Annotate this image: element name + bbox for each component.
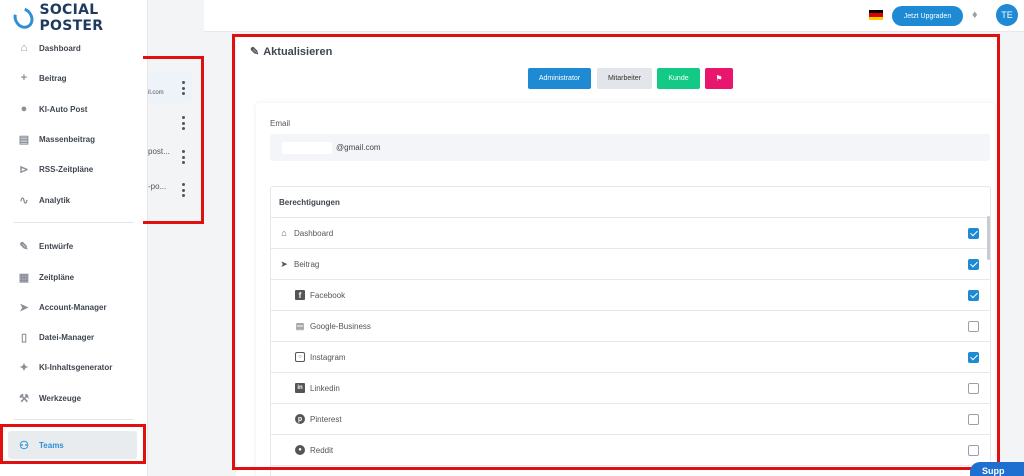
sidebar-item-beitrag[interactable]: + Beitrag — [0, 63, 148, 93]
highlight-box-teams — [0, 424, 146, 464]
sidebar-item-account-manager[interactable]: ➤ Account-Manager — [0, 292, 148, 322]
chart-icon: ∿ — [19, 194, 29, 207]
logo-ring-icon — [9, 3, 38, 33]
german-flag-icon[interactable] — [869, 10, 883, 20]
bell-icon[interactable]: ♦ — [972, 9, 978, 21]
sidebar-item-label: Zeitpläne — [39, 272, 75, 282]
sidebar-item-dashboard[interactable]: ⌂ Dashboard — [0, 33, 148, 63]
sidebar-item-datei-manager[interactable]: ▯ Datei-Manager — [0, 322, 148, 352]
plus-icon: + — [20, 72, 28, 84]
send-icon: ➤ — [19, 301, 29, 314]
sidebar-item-ki-inhaltsgenerator[interactable]: ✦ KI-Inhaltsgenerator — [0, 352, 148, 382]
bulk-icon: ▤ — [18, 133, 30, 146]
avatar[interactable]: TE — [996, 4, 1018, 26]
app-logo[interactable]: SOCIAL POSTER — [9, 2, 147, 34]
brain-icon: ● — [20, 103, 28, 115]
sidebar-item-analytik[interactable]: ∿ Analytik — [0, 185, 148, 215]
sidebar-item-label: Beitrag — [39, 73, 67, 83]
calendar-icon: ▦ — [18, 271, 30, 284]
wrench-icon: ⚒ — [19, 392, 29, 405]
sidebar-item-label: Massenbeitrag — [39, 134, 96, 144]
sidebar-divider — [14, 222, 134, 223]
highlight-box-team-list — [143, 56, 204, 224]
sidebar-item-werkzeuge[interactable]: ⚒ Werkzeuge — [0, 383, 148, 413]
sidebar-item-label: Datei-Manager — [39, 332, 95, 342]
sidebar-item-label: KI-Auto Post — [39, 104, 88, 114]
sidebar-item-label: KI-Inhaltsgenerator — [39, 362, 113, 372]
rss-icon: ⊳ — [19, 163, 29, 176]
sidebar-item-label: Analytik — [39, 195, 71, 205]
sidebar: SOCIAL POSTER ⌂ Dashboard + Beitrag ● KI… — [0, 0, 148, 476]
sidebar-item-label: Dashboard — [39, 43, 81, 53]
highlight-box-main — [232, 34, 1000, 470]
sidebar-item-label: Entwürfe — [39, 241, 74, 251]
pencil-icon: ✎ — [19, 240, 29, 253]
sidebar-item-label: RSS-Zeitpläne — [39, 164, 94, 174]
sidebar-item-rss-zeitplaene[interactable]: ⊳ RSS-Zeitpläne — [0, 154, 148, 184]
sidebar-item-entwuerfe[interactable]: ✎ Entwürfe — [0, 231, 148, 261]
upgrade-button[interactable]: Jetzt Upgraden — [892, 6, 963, 26]
magic-wand-icon: ✦ — [19, 361, 29, 374]
sidebar-item-ki-auto-post[interactable]: ● KI-Auto Post — [0, 94, 148, 124]
logo-text: SOCIAL POSTER — [39, 2, 104, 34]
sidebar-item-zeitplaene[interactable]: ▦ Zeitpläne — [0, 262, 148, 292]
sidebar-item-label: Account-Manager — [39, 302, 107, 312]
support-label: Supp — [982, 466, 1005, 476]
sidebar-item-massenbeitrag[interactable]: ▤ Massenbeitrag — [0, 124, 148, 154]
sidebar-item-label: Werkzeuge — [39, 393, 82, 403]
sidebar-divider — [14, 419, 134, 420]
home-icon: ⌂ — [20, 42, 28, 54]
support-button[interactable]: Supp — [970, 462, 1024, 476]
folder-icon: ▯ — [20, 331, 28, 344]
